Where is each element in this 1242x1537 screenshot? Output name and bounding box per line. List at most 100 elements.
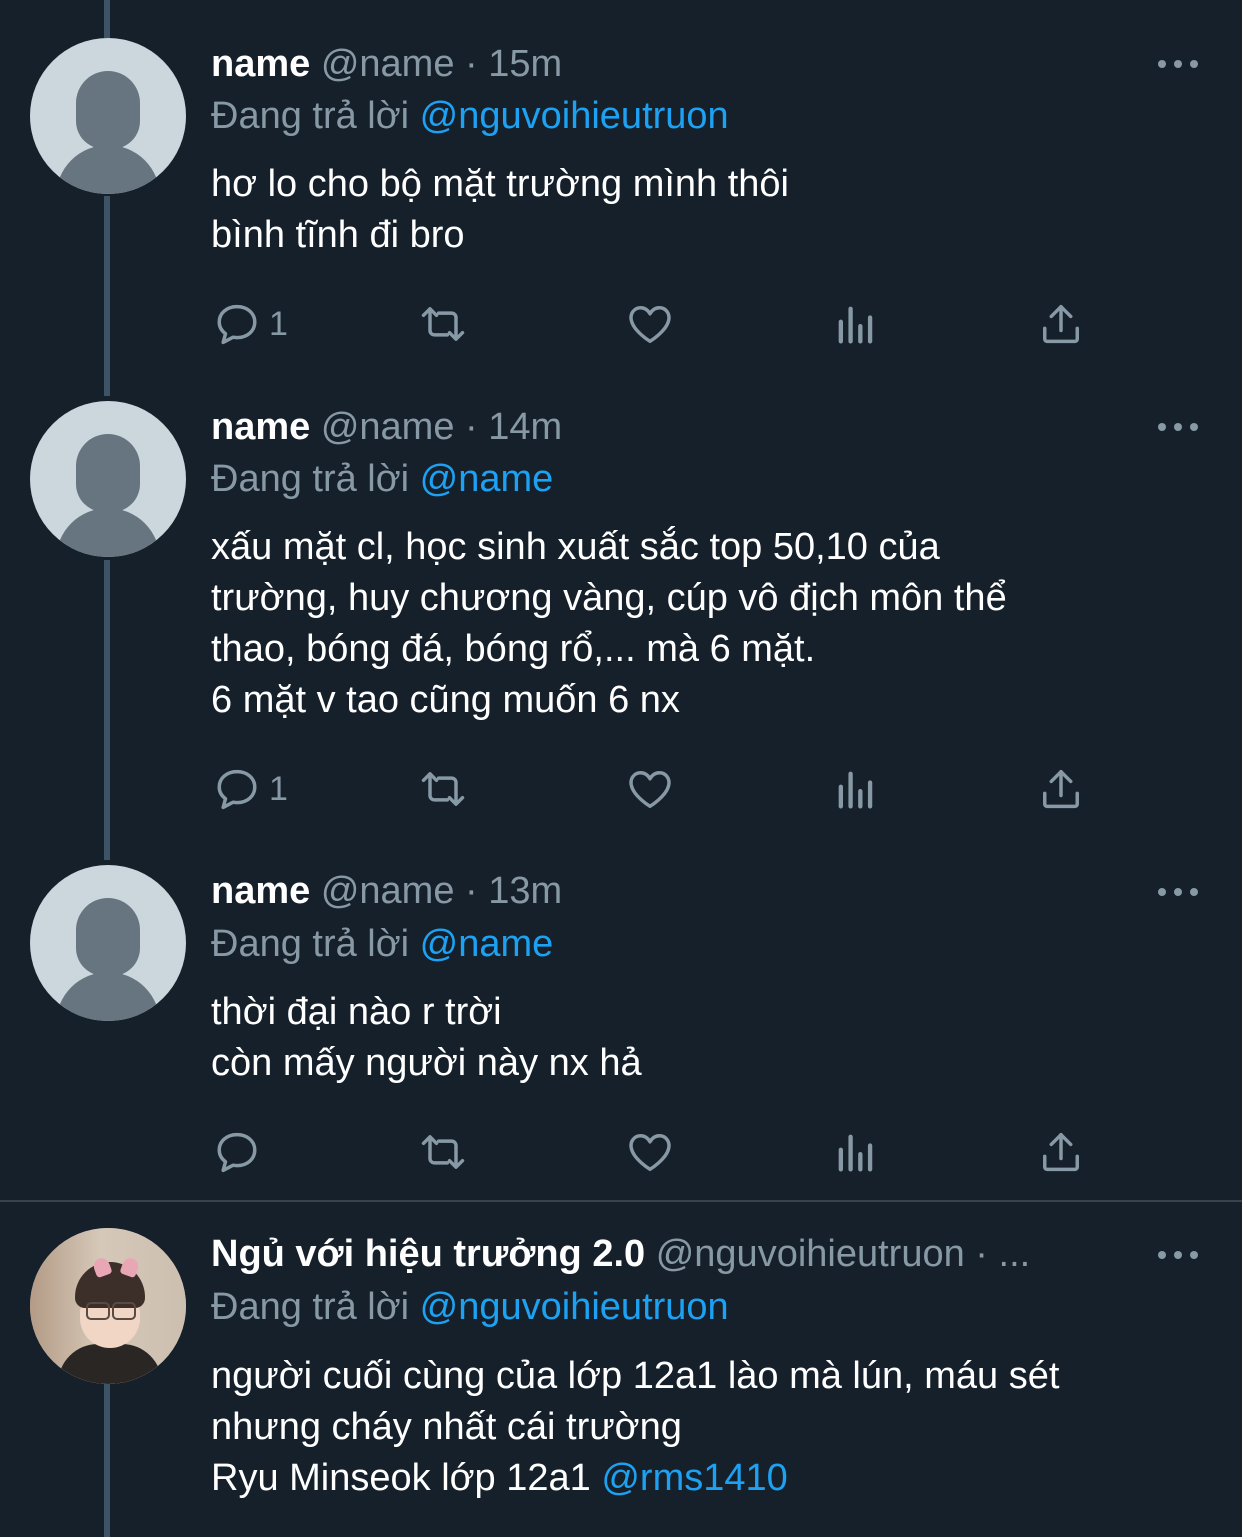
mention-link[interactable]: @name (420, 923, 554, 965)
tweet-text-line: nhưng cháy nhất cái trường (211, 1406, 682, 1448)
user-handle[interactable]: @name (321, 870, 455, 912)
tweet-actions (211, 1126, 1091, 1178)
avatar[interactable] (30, 1228, 186, 1384)
like-button[interactable] (624, 298, 676, 350)
thread-line (104, 560, 110, 860)
retweet-icon (421, 307, 465, 341)
analytics-button[interactable] (830, 763, 882, 815)
retweet-button[interactable] (417, 763, 469, 815)
timestamp[interactable]: 14m (488, 406, 562, 448)
tweet-text: người cuối cùng của lớp 12a1 lào mà lún,… (211, 1351, 1201, 1504)
avatar-head-shape (76, 898, 140, 976)
avatar-head-shape (76, 71, 140, 149)
tweet-text-line: Ryu Minseok lớp 12a1 @rms1410 (211, 1453, 1201, 1504)
thread-line (104, 0, 110, 38)
replying-label: Đang trả lời (211, 458, 410, 500)
share-button[interactable] (1035, 298, 1087, 350)
like-icon (629, 1134, 671, 1172)
avatar-body-shape (56, 508, 160, 557)
display-name[interactable]: Ngủ với hiệu trưởng 2.0 (211, 1233, 645, 1275)
tweet-text-line: bình tĩnh đi bro (211, 214, 465, 256)
retweet-button[interactable] (417, 298, 469, 350)
mention-link[interactable]: @name (420, 458, 554, 500)
more-icon[interactable] (1158, 1245, 1202, 1265)
tweet-header: Ngủ với hiệu trưởng 2.0 @nguvoihieutruon… (211, 1228, 1030, 1280)
tweet-header: name @name · 15m (211, 38, 562, 90)
analytics-button[interactable] (830, 1126, 882, 1178)
tweet-text: xấu mặt cl, học sinh xuất sắc top 50,10 … (211, 522, 1201, 726)
analytics-icon (838, 1134, 873, 1172)
tweet-text-line: còn mấy người này nx hả (211, 1042, 642, 1084)
tweet-text-line: người cuối cùng của lớp 12a1 lào mà lún,… (211, 1355, 1060, 1397)
retweet-button[interactable] (417, 1126, 469, 1178)
tweet-text-line: thời đại nào r trời (211, 991, 502, 1033)
tweet-actions: 1 (211, 298, 1091, 350)
reply-count: 1 (269, 304, 288, 343)
glasses-icon (112, 1302, 136, 1320)
like-icon (629, 771, 671, 809)
share-icon (1043, 769, 1079, 809)
more-icon[interactable] (1158, 882, 1202, 902)
reply-button[interactable]: 1 (211, 298, 288, 350)
timestamp[interactable]: 15m (488, 43, 562, 85)
tweet-text-line: 6 mặt v tao cũng muốn 6 nx (211, 679, 680, 721)
avatar[interactable] (30, 38, 186, 194)
display-name[interactable]: name (211, 870, 310, 912)
avatar[interactable] (30, 865, 186, 1021)
mention-link[interactable]: @nguvoihieutruon (420, 1286, 729, 1328)
share-button[interactable] (1035, 763, 1087, 815)
like-button[interactable] (624, 763, 676, 815)
user-handle[interactable]: @nguvoihieutruon (656, 1233, 965, 1275)
like-icon (629, 306, 671, 344)
more-icon[interactable] (1158, 54, 1202, 74)
mention-link[interactable]: @rms1410 (601, 1457, 787, 1499)
replying-label: Đang trả lời (211, 923, 410, 965)
tweet-text-line: xấu mặt cl, học sinh xuất sắc top 50,10 … (211, 526, 940, 568)
separator-dot: · (975, 1233, 988, 1275)
user-handle[interactable]: @name (321, 43, 455, 85)
separator-dot: · (465, 870, 478, 912)
avatar-body-shape (56, 972, 160, 1021)
display-name[interactable]: name (211, 43, 310, 85)
share-button[interactable] (1035, 1126, 1087, 1178)
avatar[interactable] (30, 401, 186, 557)
user-handle[interactable]: @name (321, 406, 455, 448)
avatar-head-shape (76, 434, 140, 512)
analytics-icon (838, 306, 873, 344)
separator-dot: · (465, 43, 478, 85)
reply-button[interactable] (211, 1126, 269, 1178)
replying-label: Đang trả lời (211, 95, 410, 137)
reply-count: 1 (269, 769, 288, 808)
timestamp[interactable]: ... (999, 1233, 1031, 1275)
share-icon (1043, 304, 1079, 344)
tweet-actions: 1 (211, 763, 1091, 815)
tweet-text-line: hơ lo cho bộ mặt trường mình thôi (211, 163, 789, 205)
reply-button[interactable]: 1 (211, 763, 288, 815)
reply-icon (217, 1132, 257, 1173)
analytics-icon (838, 771, 873, 809)
thread-line (104, 1384, 110, 1537)
reply-icon (217, 769, 257, 810)
analytics-button[interactable] (830, 298, 882, 350)
replying-to: Đang trả lời @nguvoihieutruon (211, 90, 729, 142)
tweet-text: hơ lo cho bộ mặt trường mình thôi bình t… (211, 159, 1201, 261)
replying-to: Đang trả lời @nguvoihieutruon (211, 1281, 729, 1333)
tweet-header: name @name · 13m (211, 865, 562, 917)
mention-link[interactable]: @nguvoihieutruon (420, 95, 729, 137)
share-icon (1043, 1132, 1079, 1172)
tweet-divider (0, 1200, 1242, 1202)
tweet-text: thời đại nào r trời còn mấy người này nx… (211, 987, 1201, 1089)
more-icon[interactable] (1158, 417, 1202, 437)
like-button[interactable] (624, 1126, 676, 1178)
retweet-icon (421, 772, 465, 806)
display-name[interactable]: name (211, 406, 310, 448)
tweet-text-line: thao, bóng đá, bóng rổ,... mà 6 mặt. (211, 628, 816, 670)
avatar-body-shape (56, 145, 160, 194)
thread-line (104, 196, 110, 396)
replying-to: Đang trả lời @name (211, 453, 553, 505)
timestamp[interactable]: 13m (488, 870, 562, 912)
tweet-header: name @name · 14m (211, 401, 562, 453)
reply-icon (217, 304, 257, 345)
replying-label: Đang trả lời (211, 1286, 410, 1328)
retweet-icon (421, 1135, 465, 1169)
